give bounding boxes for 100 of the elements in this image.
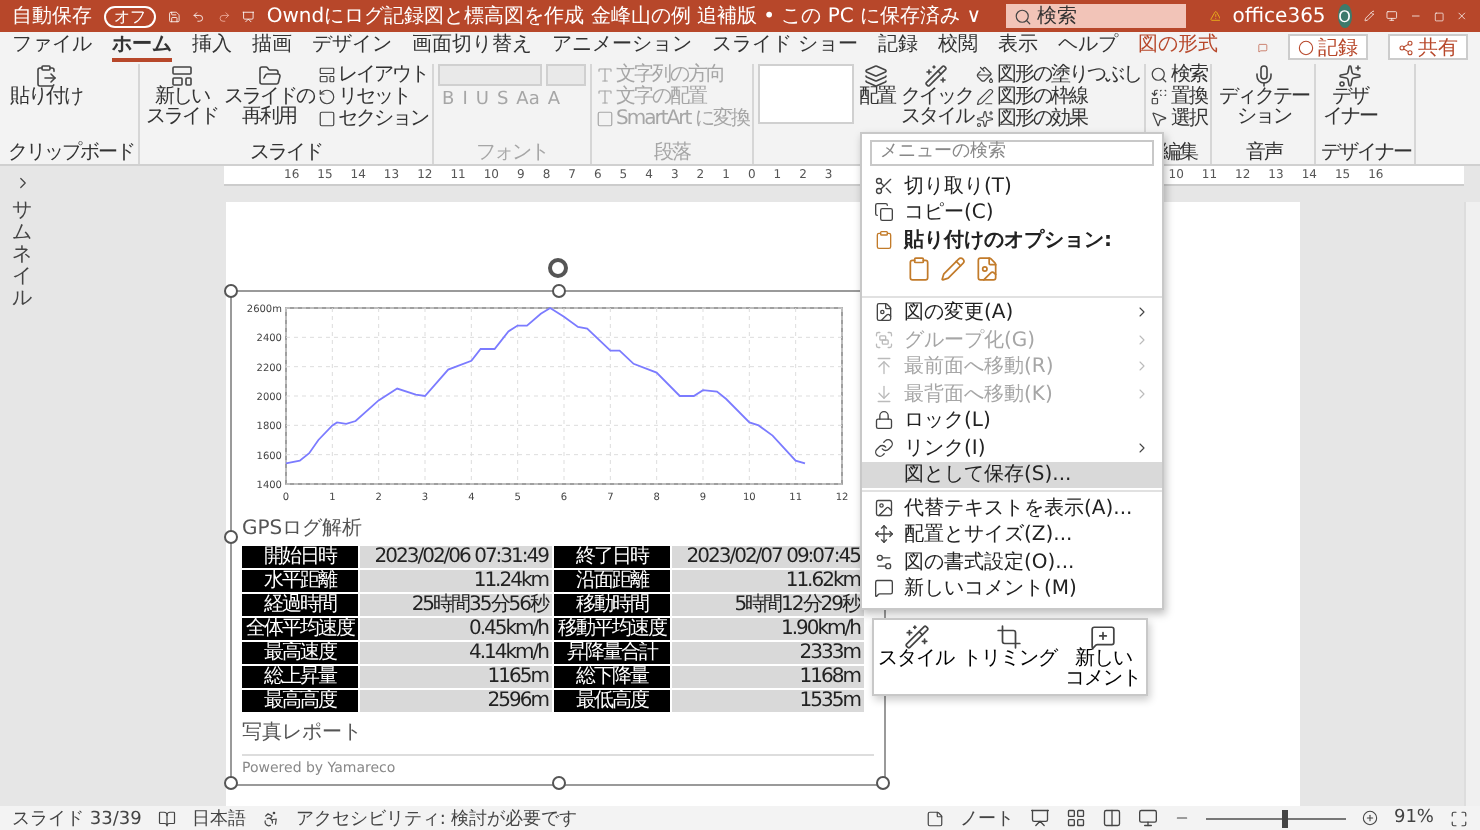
language-label[interactable]: 日本語 bbox=[191, 805, 246, 830]
group-label: 音声 bbox=[1243, 142, 1285, 164]
ribbon-button[interactable]: 貼り付け bbox=[8, 64, 84, 108]
ribbon-tab[interactable]: デザイン bbox=[312, 33, 392, 61]
menu-item[interactable]: 図として保存(S)... bbox=[862, 461, 1162, 488]
menu-item[interactable]: 図の変更(A) bbox=[862, 299, 1162, 326]
clipboard-pencil-icon bbox=[940, 255, 966, 281]
pen-icon bbox=[976, 88, 995, 106]
zoom-thumb[interactable] bbox=[1282, 809, 1289, 827]
autosave-toggle[interactable]: オフ bbox=[104, 5, 156, 27]
font-name-field[interactable] bbox=[438, 64, 542, 86]
resize-handle[interactable] bbox=[552, 284, 566, 298]
clipboard-icon bbox=[906, 255, 932, 281]
reset-icon bbox=[318, 88, 336, 106]
group-label: デザイナー bbox=[1320, 142, 1411, 164]
menu-item[interactable]: リンク(I) bbox=[862, 434, 1162, 461]
stat-value: 1535m bbox=[672, 690, 864, 712]
share-button[interactable]: 共有 bbox=[1388, 34, 1468, 60]
ribbon-button[interactable]: クイック スタイル bbox=[898, 64, 975, 128]
pen-icon bbox=[1363, 6, 1375, 26]
ribbon-tab[interactable]: 記録 bbox=[878, 33, 919, 61]
ribbon-tab[interactable]: 校閲 bbox=[938, 33, 979, 61]
ribbon-button[interactable]: 図形の効果 bbox=[976, 108, 1141, 130]
toolbar-button[interactable]: 新しい コメント bbox=[1061, 620, 1145, 694]
search-field[interactable]: 検索 bbox=[1005, 4, 1185, 28]
ribbon-button[interactable]: デザ イナー bbox=[1320, 64, 1379, 128]
stat-label: 最低高度 bbox=[554, 690, 670, 712]
size-icon bbox=[874, 524, 894, 545]
clipboard-image-icon bbox=[974, 255, 1000, 281]
font-size-field[interactable] bbox=[546, 64, 586, 86]
stat-value: 25時間35分56秒 bbox=[360, 594, 552, 616]
menu-item[interactable]: 新しいコメント(M) bbox=[862, 575, 1162, 602]
resize-handle[interactable] bbox=[224, 530, 238, 544]
toolbar-button[interactable]: スタイル bbox=[874, 620, 958, 694]
lock-icon bbox=[874, 410, 894, 431]
stat-value: 1.90km/h bbox=[672, 618, 864, 640]
resize-handle[interactable] bbox=[552, 776, 566, 790]
ribbon-button[interactable]: 図形の塗りつぶし bbox=[976, 64, 1141, 86]
ribbon-button[interactable]: リセット bbox=[318, 86, 428, 108]
ribbon-button[interactable]: 図形の枠線 bbox=[976, 86, 1141, 108]
ribbon-tab[interactable]: 表示 bbox=[998, 33, 1039, 61]
toolbar-button[interactable]: トリミング bbox=[958, 620, 1061, 694]
accessibility-status[interactable]: アクセシビリティ: 検討が必要です bbox=[295, 805, 578, 830]
wand-icon bbox=[924, 64, 949, 88]
menu-item[interactable]: コピー(C) bbox=[862, 199, 1162, 226]
fit-icon bbox=[1450, 809, 1468, 827]
record-button[interactable]: 記録 bbox=[1288, 34, 1368, 60]
ribbon-tab[interactable]: 図の形式 bbox=[1138, 33, 1219, 61]
crop-icon bbox=[996, 624, 1023, 650]
copy-icon bbox=[874, 202, 894, 223]
ribbon-tab[interactable]: スライド ショー bbox=[712, 33, 859, 61]
autosave-label: 自動保存 bbox=[12, 4, 92, 30]
ribbon-button[interactable]: 配置 bbox=[856, 64, 897, 108]
ribbon-tab[interactable]: ヘルプ bbox=[1058, 33, 1119, 61]
ribbon-button[interactable]: レイアウト bbox=[318, 64, 428, 86]
layers-icon bbox=[864, 64, 889, 88]
ribbon-tab[interactable]: 描画 bbox=[252, 33, 292, 61]
group-icon bbox=[874, 329, 894, 350]
ribbon-button[interactable]: 検索 bbox=[1150, 64, 1207, 86]
menu-item[interactable]: ロック(L) bbox=[862, 407, 1162, 434]
sparkle-icon bbox=[1337, 64, 1362, 88]
zoom-percent[interactable]: 91% bbox=[1393, 808, 1434, 828]
stat-value: 2333m bbox=[672, 642, 864, 664]
share-icon bbox=[1398, 39, 1414, 55]
ribbon-tab[interactable]: アニメーション bbox=[552, 33, 692, 61]
ribbon-tab[interactable]: ファイル bbox=[12, 33, 92, 61]
menu-item[interactable]: 代替テキストを表示(A)... bbox=[862, 494, 1162, 521]
stat-label: 総下降量 bbox=[554, 666, 670, 688]
ribbon-button[interactable]: セクション bbox=[318, 108, 428, 130]
resize-handle[interactable] bbox=[224, 776, 238, 790]
ribbon-button[interactable]: 置換 bbox=[1150, 86, 1207, 108]
avatar[interactable]: O bbox=[1337, 4, 1352, 28]
ribbon-tab[interactable]: 挿入 bbox=[192, 33, 232, 61]
comment-icon bbox=[1090, 624, 1116, 650]
ribbon-tab[interactable]: 画面切り替え bbox=[412, 33, 532, 61]
notes-button[interactable]: ノート bbox=[959, 805, 1014, 830]
maximize-icon bbox=[1434, 7, 1445, 25]
notes-icon bbox=[925, 809, 944, 827]
rotate-handle[interactable] bbox=[548, 258, 568, 278]
stat-label: 最高高度 bbox=[242, 690, 358, 712]
scissors-icon bbox=[874, 175, 894, 196]
stat-label: 開始日時 bbox=[242, 546, 358, 568]
menu-item[interactable]: 切り取り(T) bbox=[862, 172, 1162, 199]
group-label: スライド bbox=[248, 142, 324, 164]
menu-item[interactable]: 図の書式設定(O)... bbox=[862, 548, 1162, 575]
resize-handle[interactable] bbox=[876, 776, 890, 790]
warning-icon bbox=[1209, 6, 1221, 26]
section-title: GPSログ解析 bbox=[242, 515, 363, 542]
ribbon-button[interactable]: ディクテー ション bbox=[1216, 64, 1311, 128]
menu-search-field[interactable]: メニューの検索 bbox=[870, 140, 1154, 166]
stat-label: 移動時間 bbox=[554, 594, 670, 616]
ribbon-button[interactable]: スライドの 再利用 bbox=[222, 64, 316, 128]
ribbon-button[interactable]: 選択 bbox=[1150, 108, 1207, 130]
slide-counter: スライド 33/39 bbox=[12, 807, 142, 830]
stat-label: 全体平均速度 bbox=[242, 618, 358, 640]
menu-item[interactable]: 配置とサイズ(Z)... bbox=[862, 521, 1162, 548]
resize-handle[interactable] bbox=[224, 284, 238, 298]
ribbon-button[interactable]: 新しい スライド bbox=[144, 64, 220, 128]
group-label: クリップボード bbox=[8, 142, 134, 164]
window-title: Owndにログ記録図と標高図を作成 金峰山の例 追補版 • この PC に保存済み ∨ bbox=[266, 3, 982, 30]
